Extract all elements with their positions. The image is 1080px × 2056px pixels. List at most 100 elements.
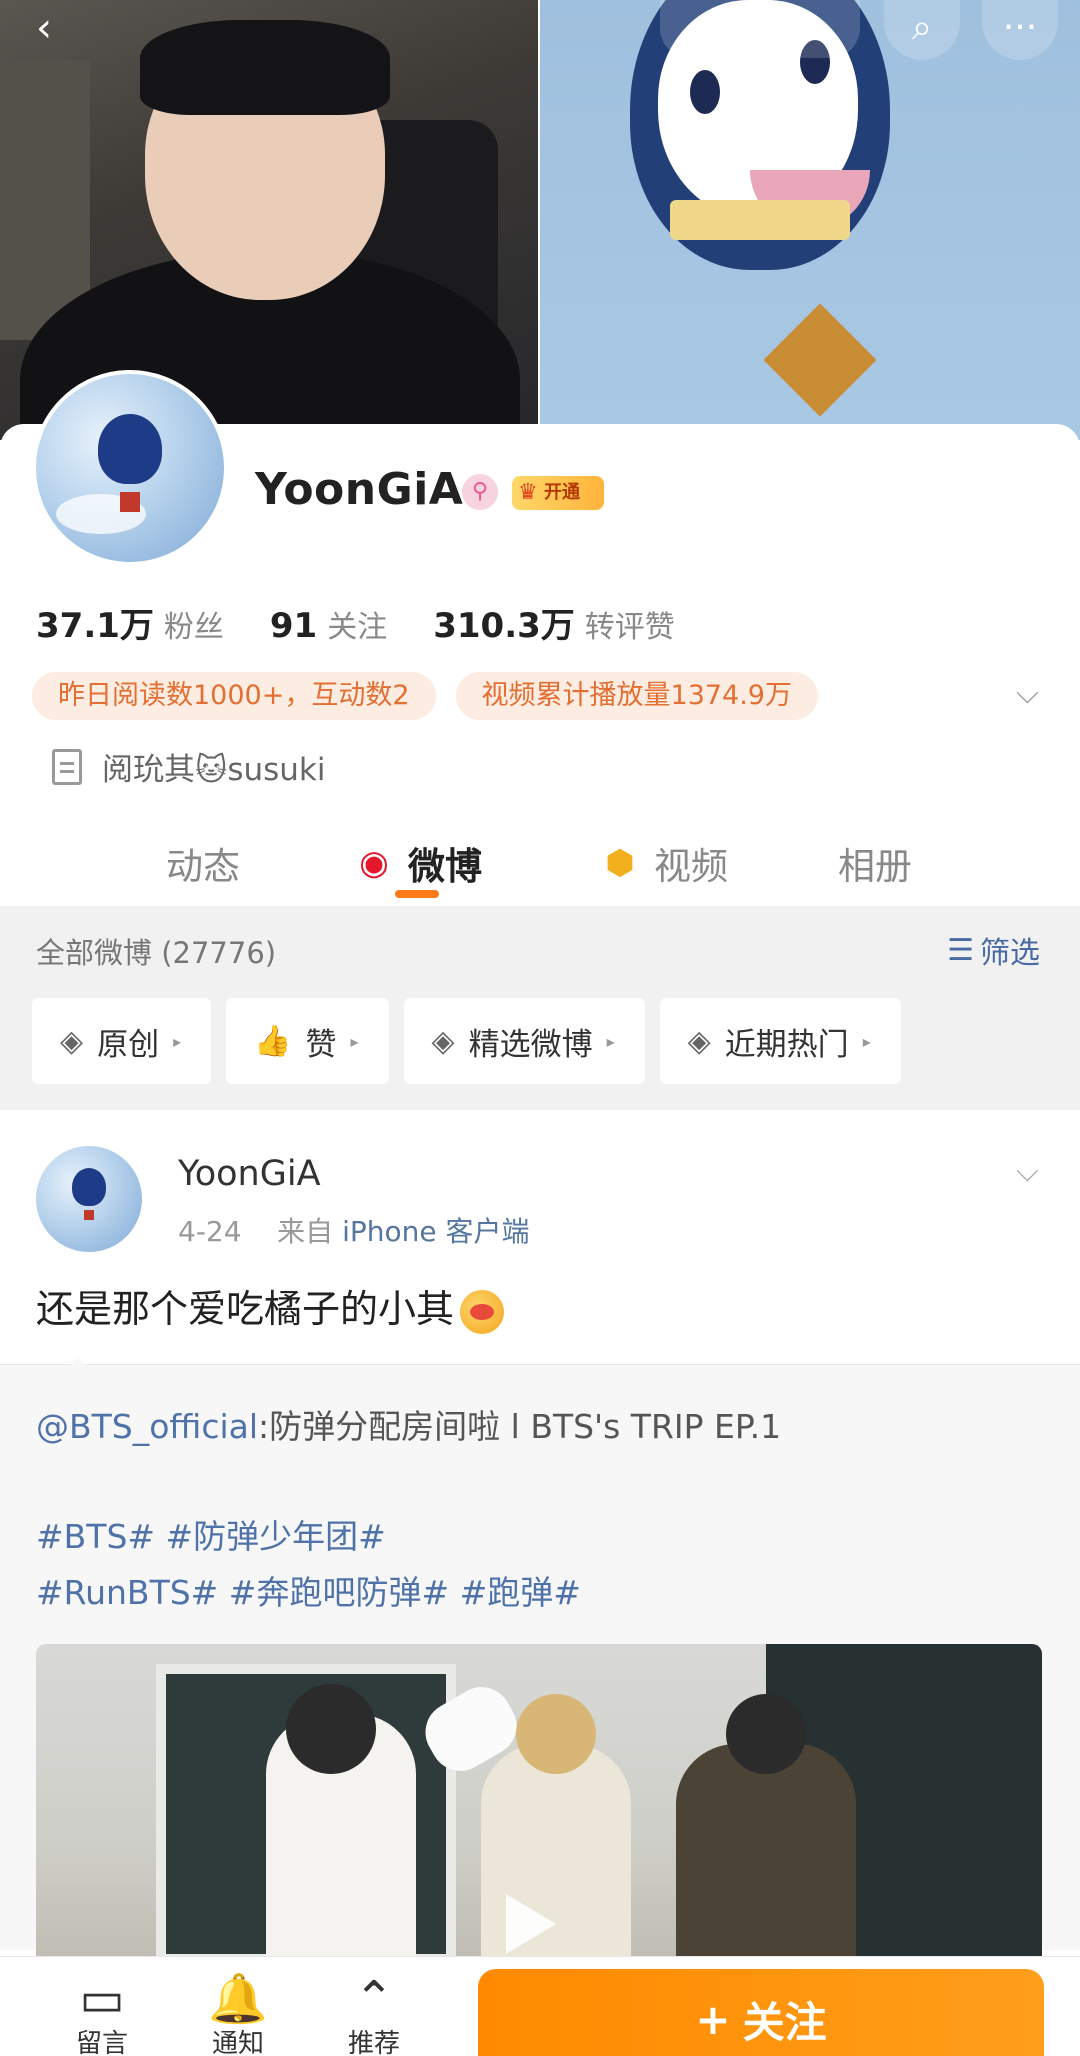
video-person-head <box>726 1694 806 1774</box>
recommend-button[interactable]: ⌃ 推荐 <box>324 1969 424 2056</box>
post-avatar[interactable] <box>36 1146 142 1252</box>
repost-tags[interactable]: #BTS# #防弹少年团# <box>36 1510 386 1558</box>
avatar-basket <box>84 1210 94 1220</box>
video-play-icon: ⬢ <box>605 843 635 883</box>
bb-label: 留言 <box>75 2029 128 2056</box>
post-source[interactable]: iPhone 客户端 <box>342 1215 529 1248</box>
post-date: 4-24 <box>178 1215 242 1248</box>
play-icon[interactable] <box>506 1894 556 1954</box>
back-button[interactable]: ‹ <box>10 2 78 58</box>
tab-label: 动态 <box>166 845 240 888</box>
filter-button[interactable]: ☰ 筛选 <box>947 928 1040 972</box>
video-person <box>676 1744 856 1964</box>
repost-body: :防弹分配房间啦 l BTS's TRIP EP.1 <box>258 1407 782 1446</box>
top-pill[interactable] <box>660 0 860 58</box>
cover-photo-left <box>0 0 538 440</box>
repost-tags[interactable]: #RunBTS# #奔跑吧防弹# #跑弹# <box>36 1566 581 1614</box>
profile-name: YoonGiA <box>255 464 464 515</box>
profile-chips: 昨日阅读数1000+，互动数2 视频累计播放量1374.9万 <box>32 672 818 720</box>
post-author[interactable]: YoonGiA <box>178 1154 321 1194</box>
pill-label: 原创 <box>97 1026 160 1063</box>
chevron-down-icon[interactable]: ⌵ <box>1016 1154 1039 1189</box>
video-thumbnail[interactable] <box>36 1644 1042 1964</box>
post-from: 来自 <box>277 1215 334 1248</box>
bottom-action-bar: ▭ 留言 🔔 通知 ⌃ 推荐 + 关注 <box>0 1956 1080 2056</box>
caret-right-icon: ▸ <box>606 1031 615 1051</box>
chevron-up-circle-icon: ⌃ <box>353 1971 395 2027</box>
filter-label: 筛选 <box>980 936 1040 971</box>
filter-featured[interactable]: ◈ 精选微博 ▸ <box>403 998 645 1084</box>
filter-pills: ◈ 原创 ▸ 👍 赞 ▸ ◈ 精选微博 ▸ ◈ 近期热门 ▸ <box>32 998 901 1084</box>
chip-video-plays[interactable]: 视频累计播放量1374.9万 <box>455 672 818 720</box>
document-icon <box>52 748 82 785</box>
feed-post[interactable]: YoonGiA 4-24 来自 iPhone 客户端 ⌵ 还是那个爱吃橘子的小其… <box>0 1110 1080 1964</box>
avatar-basket <box>120 492 140 512</box>
profile-tabs: 动态 ◉ 微博 ⬢ 视频 相册 <box>0 820 1080 906</box>
chip-reads[interactable]: 昨日阅读数1000+，互动数2 <box>32 672 436 720</box>
bb-label: 推荐 <box>347 2029 400 2056</box>
tab-album[interactable]: 相册 <box>838 820 912 906</box>
chat-bubble-icon: ▭ <box>79 1971 125 2027</box>
avatar-balloon <box>72 1168 106 1206</box>
tab-feed[interactable]: 动态 <box>166 820 240 906</box>
layers-icon: ◈ <box>431 1023 455 1059</box>
follow-button[interactable]: + 关注 <box>478 1969 1044 2056</box>
profile-stats: 37.1万 粉丝 91 关注 310.3万 转评赞 <box>36 598 721 646</box>
profile-cover[interactable] <box>0 0 1080 440</box>
thumbs-up-icon: 👍 <box>254 1023 292 1059</box>
notify-button[interactable]: 🔔 通知 <box>188 1969 288 2056</box>
cover-photo-right <box>540 0 1080 440</box>
feed-filter-bar: 全部微博 (27776) ☰ 筛选 ◈ 原创 ▸ 👍 赞 ▸ ◈ 精选微博 ▸ … <box>0 906 1080 1110</box>
search-icon: ⌕ <box>911 7 933 48</box>
filter-icon: ☰ <box>947 932 974 968</box>
pill-label: 赞 <box>305 1026 337 1063</box>
post-text-content: 还是那个爱吃橘子的小其 <box>36 1287 455 1331</box>
cover-balloon-basket <box>763 303 877 417</box>
follow-label: 关注 <box>742 1997 827 2047</box>
weibo-logo-icon: ◉ <box>359 843 389 883</box>
tab-label: 微博 <box>408 845 482 888</box>
verify-badge-icon[interactable]: ⚲ <box>462 474 498 510</box>
plus-icon: + <box>695 1994 731 2044</box>
cover-hair <box>140 20 390 115</box>
verify-glyph: ⚲ <box>471 479 489 504</box>
filter-trending[interactable]: ◈ 近期热门 ▸ <box>659 998 901 1084</box>
bell-plus-icon: 🔔 <box>208 1971 268 2027</box>
repost-text: @BTS_official:防弹分配房间啦 l BTS's TRIP EP.1 <box>36 1400 781 1448</box>
stat-interactions[interactable]: 310.3万 转评赞 <box>433 598 675 647</box>
stat-following[interactable]: 91 关注 <box>270 602 387 646</box>
caret-right-icon: ▸ <box>173 1031 182 1051</box>
layers-icon: ◈ <box>687 1023 711 1059</box>
video-person-head <box>516 1694 596 1774</box>
post-text: 还是那个爱吃橘子的小其 <box>36 1278 505 1334</box>
feed-count: 全部微博 (27776) <box>36 936 277 970</box>
cover-balloon-eye <box>690 70 720 114</box>
filter-liked[interactable]: 👍 赞 ▸ <box>226 998 389 1084</box>
stat-number: 310.3万 <box>433 606 575 646</box>
profile-bio[interactable]: 阅玧其🐱susuki <box>52 744 325 789</box>
more-icon: ··· <box>1002 7 1038 48</box>
message-button[interactable]: ▭ 留言 <box>52 1969 152 2056</box>
stat-number: 91 <box>269 606 318 646</box>
crown-icon: ♛ <box>518 480 538 505</box>
stat-label: 粉丝 <box>163 610 224 645</box>
tab-video[interactable]: ⬢ 视频 <box>596 820 728 906</box>
tab-active-indicator <box>395 890 439 898</box>
repost-mention[interactable]: @BTS_official <box>36 1407 258 1446</box>
caret-right-icon: ▸ <box>350 1031 359 1051</box>
avatar-balloon <box>98 414 162 484</box>
pill-label: 精选微博 <box>468 1026 593 1063</box>
video-person-head <box>286 1684 376 1774</box>
chevron-left-icon: ‹ <box>36 5 52 51</box>
filter-original[interactable]: ◈ 原创 ▸ <box>32 998 212 1084</box>
vip-open-button[interactable]: ♛ 开通 <box>512 476 604 510</box>
chevron-down-icon[interactable]: ⌵ <box>1016 676 1039 711</box>
avatar[interactable] <box>32 370 228 566</box>
bb-label: 通知 <box>211 2029 264 2056</box>
stat-followers[interactable]: 37.1万 粉丝 <box>36 598 224 647</box>
stat-number: 37.1万 <box>36 606 154 646</box>
caret-right-icon: ▸ <box>862 1031 871 1051</box>
layers-icon: ◈ <box>60 1023 84 1059</box>
stat-label: 转评赞 <box>584 610 675 645</box>
tab-label: 相册 <box>838 845 912 888</box>
